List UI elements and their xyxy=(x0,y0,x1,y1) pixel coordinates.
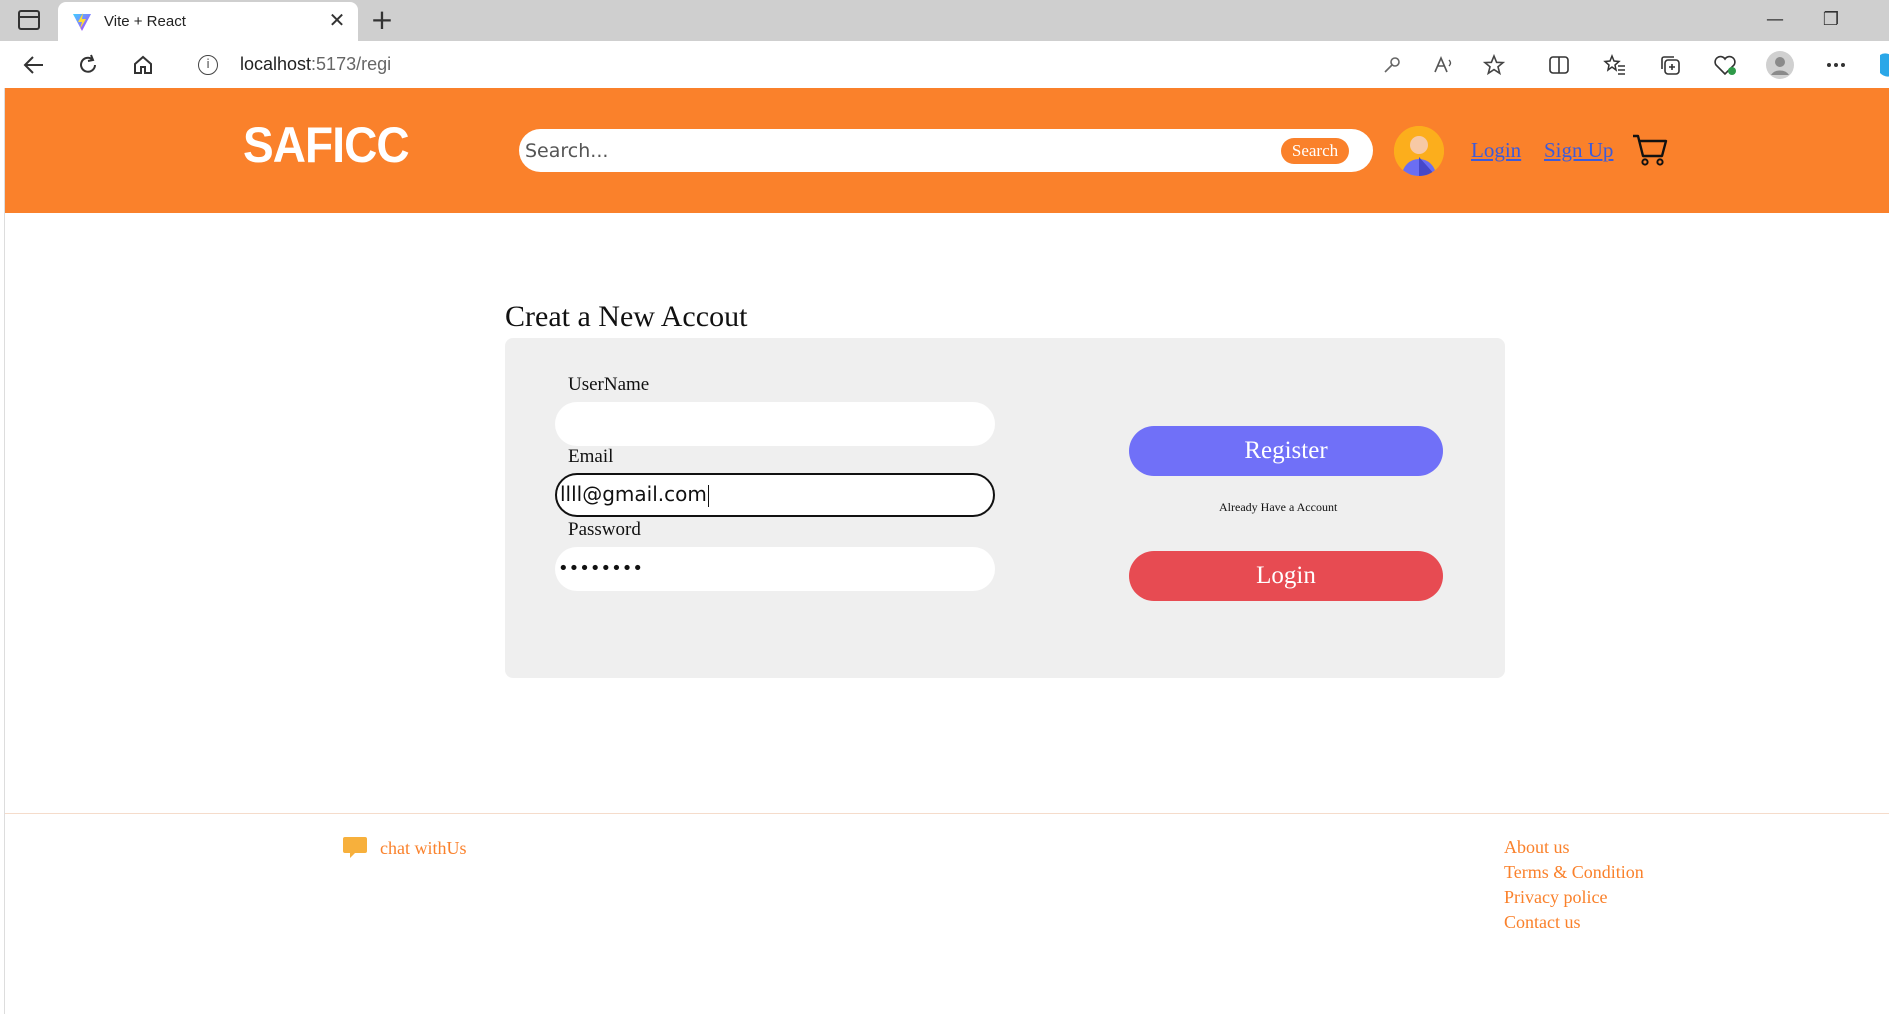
header-signup-link[interactable]: Sign Up xyxy=(1544,138,1613,163)
password-key-icon[interactable] xyxy=(1378,51,1406,79)
password-label: Password xyxy=(568,519,641,540)
favorites-icon[interactable] xyxy=(1601,51,1629,79)
browser-tab[interactable]: Vite + React ✕ xyxy=(58,2,358,41)
footer-link-privacy[interactable]: Privacy police xyxy=(1504,885,1644,910)
cart-icon[interactable] xyxy=(1631,130,1669,168)
site-logo[interactable]: SAFICC xyxy=(243,116,410,174)
footer-links: About us Terms & Condition Privacy polic… xyxy=(1504,835,1644,935)
site-header: SAFICC Search Login Sign Up xyxy=(5,88,1889,213)
register-card: UserName Email llll@gmail.com Password •… xyxy=(505,338,1505,678)
password-value: •••••••• xyxy=(558,558,643,579)
chat-with-us-link[interactable]: chat withUs xyxy=(342,836,466,860)
chat-bubble-icon xyxy=(343,837,367,858)
split-screen-icon[interactable] xyxy=(1545,51,1573,79)
more-menu-icon[interactable] xyxy=(1822,51,1850,79)
browser-tab-bar: Vite + React ✕ + — ❐ xyxy=(0,0,1889,41)
url-text: localhost:5173/regi xyxy=(240,54,392,74)
new-tab-icon[interactable]: + xyxy=(368,5,396,35)
back-icon[interactable] xyxy=(20,51,48,79)
app-page: SAFICC Search Login Sign Up Creat a New … xyxy=(4,88,1889,1014)
text-caret xyxy=(707,484,709,507)
address-bar[interactable]: i localhost:5173/regi xyxy=(178,45,1524,83)
already-have-account-text: Already Have a Account xyxy=(1219,500,1338,514)
footer-link-about[interactable]: About us xyxy=(1504,835,1644,860)
home-icon[interactable] xyxy=(129,51,157,79)
email-field[interactable]: llll@gmail.com xyxy=(555,473,995,517)
register-button[interactable]: Register xyxy=(1129,426,1443,476)
username-label: UserName xyxy=(568,374,650,395)
chat-label: chat withUs xyxy=(380,837,467,858)
tab-title: Vite + React xyxy=(104,13,186,30)
user-icon xyxy=(1394,126,1444,176)
minimize-icon[interactable]: — xyxy=(1755,6,1795,34)
collections-icon[interactable] xyxy=(1656,51,1684,79)
email-value: llll@gmail.com xyxy=(560,482,707,506)
search-input[interactable] xyxy=(525,135,1225,166)
browser-toolbar: i localhost:5173/regi xyxy=(0,41,1889,88)
profile-avatar-icon[interactable] xyxy=(1766,51,1794,79)
footer-link-contact[interactable]: Contact us xyxy=(1504,910,1644,935)
favorite-star-icon[interactable] xyxy=(1480,51,1508,79)
search-bar: Search xyxy=(519,129,1373,172)
header-login-link[interactable]: Login xyxy=(1471,138,1521,163)
email-label: Email xyxy=(568,446,614,467)
read-aloud-icon[interactable] xyxy=(1430,51,1458,79)
user-avatar[interactable] xyxy=(1394,126,1444,176)
close-tab-icon[interactable]: ✕ xyxy=(326,9,348,31)
login-button[interactable]: Login xyxy=(1129,551,1443,601)
browser-essentials-icon[interactable] xyxy=(1711,51,1739,79)
site-info-icon[interactable]: i xyxy=(198,55,218,75)
username-field[interactable] xyxy=(555,402,995,446)
vite-logo-icon xyxy=(73,13,91,31)
footer-link-terms[interactable]: Terms & Condition xyxy=(1504,860,1644,885)
site-footer: chat withUs About us Terms & Condition P… xyxy=(5,813,1889,1014)
reload-icon[interactable] xyxy=(74,51,102,79)
search-button[interactable]: Search xyxy=(1281,138,1349,164)
copilot-icon[interactable] xyxy=(1872,51,1889,79)
restore-icon[interactable]: ❐ xyxy=(1811,6,1851,34)
password-field[interactable]: •••••••• xyxy=(555,547,995,591)
tab-actions-icon[interactable] xyxy=(18,10,40,30)
page-title: Creat a New Accout xyxy=(505,300,748,333)
